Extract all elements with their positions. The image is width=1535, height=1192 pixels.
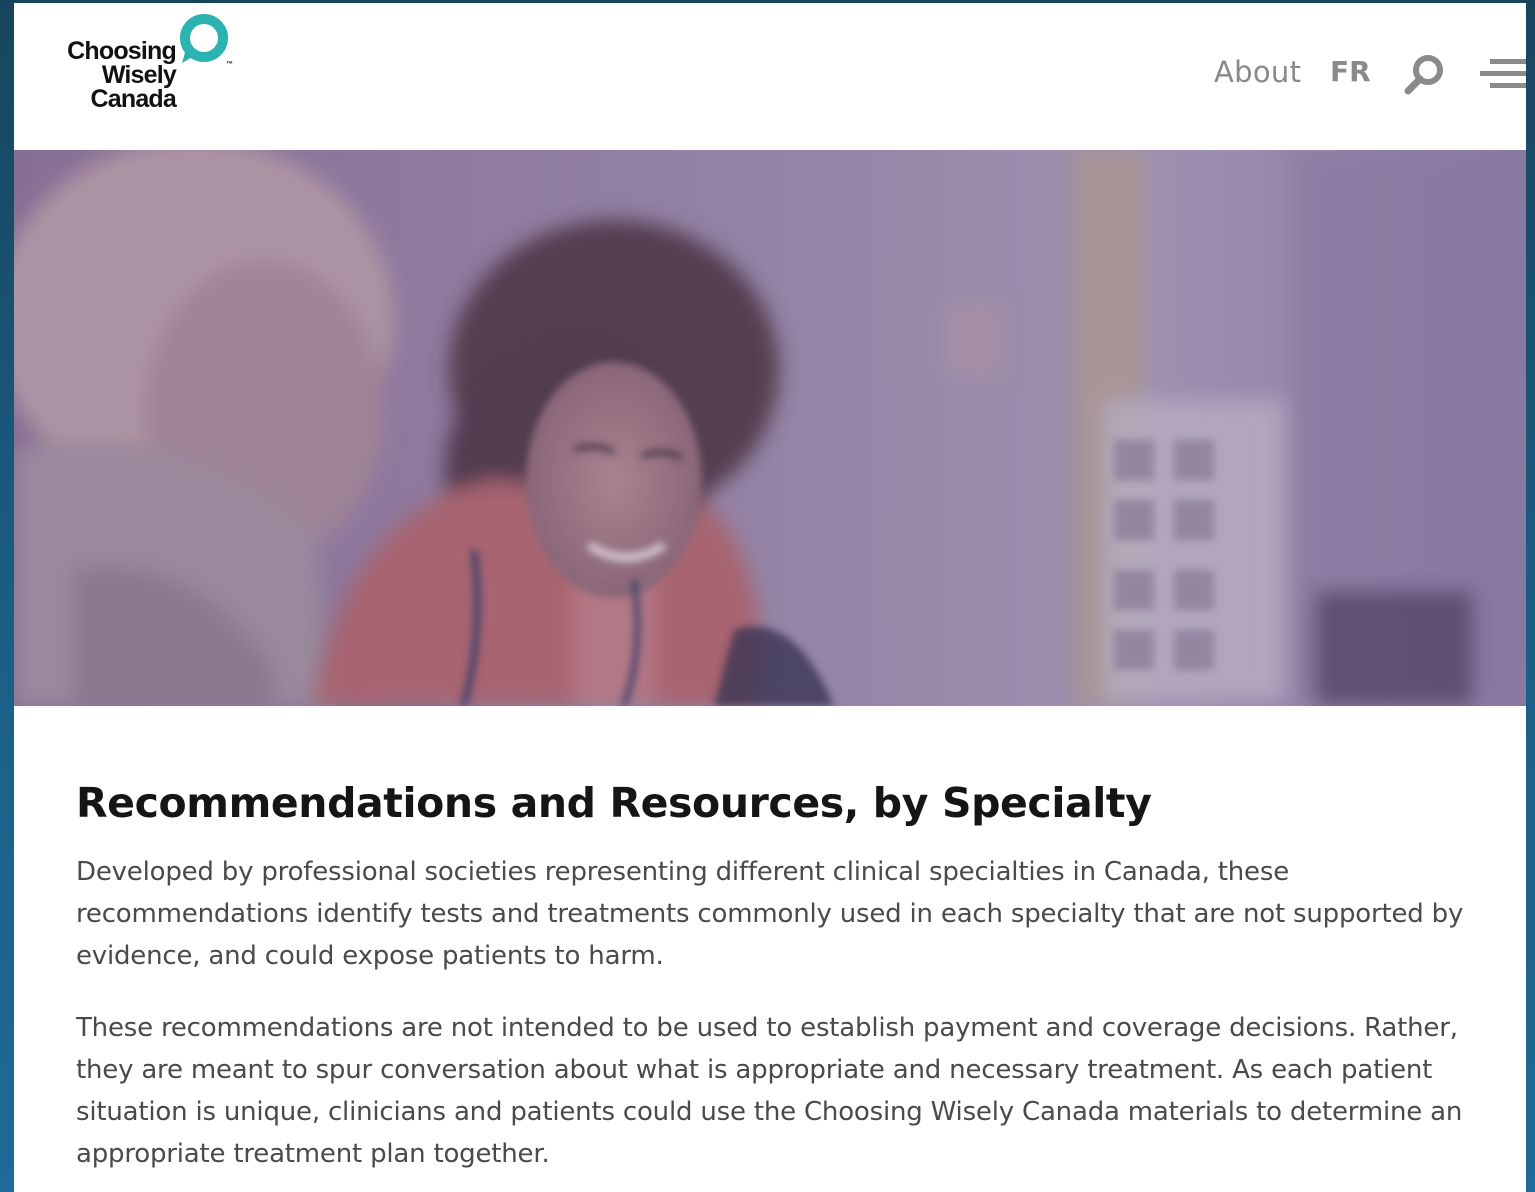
hero-image [14, 150, 1526, 706]
hamburger-menu-icon[interactable] [1480, 57, 1526, 91]
search-icon[interactable] [1402, 53, 1446, 97]
page-title: Recommendations and Resources, by Specia… [76, 779, 1152, 827]
nav-about-link[interactable]: About [1214, 55, 1301, 89]
main-content: Recommendations and Resources, by Specia… [76, 773, 1516, 1175]
logo-wordmark: Choosing Wisely Canada [54, 37, 177, 113]
hero-photo-illustration [14, 150, 1526, 706]
site-logo[interactable]: Choosing Wisely Canada ™ [54, 9, 254, 119]
logo-line-2: Wisely [101, 61, 177, 89]
speech-bubble-logo-icon [180, 14, 228, 63]
logo-line-1: Choosing [67, 37, 177, 65]
logo-line-3: Canada [90, 85, 176, 113]
intro-paragraph-2: These recommendations are not intended t… [76, 1013, 1463, 1169]
site-header: Choosing Wisely Canada ™ About FR [14, 3, 1526, 150]
intro-paragraph-1: Developed by professional societies repr… [76, 857, 1464, 971]
language-toggle-fr[interactable]: FR [1330, 55, 1371, 88]
browser-page: Choosing Wisely Canada ™ About FR Recomm… [14, 3, 1526, 1192]
trademark-symbol: ™ [226, 61, 233, 68]
